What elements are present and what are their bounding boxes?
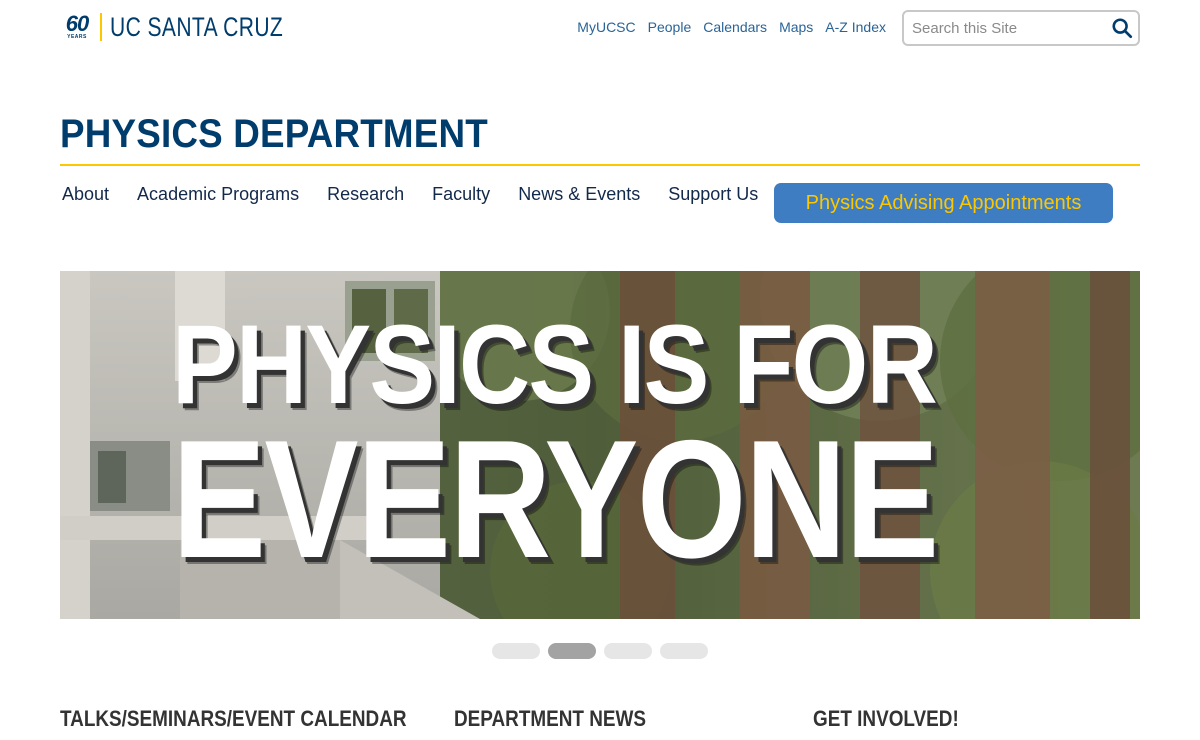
top-bar: 60 YEARS UC SANTA CRUZ MyUCSC People Cal… [60,10,1140,46]
nav-item-news-events[interactable]: News & Events [518,184,640,205]
hero-text: PHYSICS IS FOR EVERYONE [60,271,1140,619]
advising-appointments-button[interactable]: Physics Advising Appointments [774,183,1113,223]
section-heading-news: DEPARTMENT NEWS [454,706,647,731]
main-nav: About Academic Programs Research Faculty… [62,184,758,205]
nav-item-about[interactable]: About [62,184,109,205]
logo-divider [100,13,102,41]
nav-item-academic-programs[interactable]: Academic Programs [137,184,299,205]
carousel-dot-3[interactable] [604,643,652,659]
logo-number: 60 [65,11,90,36]
util-link-calendars[interactable]: Calendars [703,19,767,35]
section-heading-get-involved: GET INVOLVED! [813,706,959,731]
hero-banner[interactable]: PHYSICS IS FOR EVERYONE [60,271,1140,619]
logo-name: UC SANTA CRUZ [110,11,284,42]
search-icon[interactable] [1111,17,1133,39]
60-years-mark: 60 YEARS [60,11,94,41]
nav-item-research[interactable]: Research [327,184,404,205]
util-link-people[interactable]: People [648,19,692,35]
ucsc-logo[interactable]: 60 YEARS UC SANTA CRUZ [60,12,332,42]
carousel-indicators [492,643,708,659]
carousel-dot-1[interactable] [492,643,540,659]
title-divider [60,164,1140,166]
search-input[interactable] [912,19,1111,37]
page-title[interactable]: PHYSICS DEPARTMENT [60,112,488,157]
utility-nav: MyUCSC People Calendars Maps A-Z Index [577,19,886,35]
carousel-dot-2[interactable] [548,643,596,659]
logo-years: YEARS [67,34,87,40]
util-link-myucsc[interactable]: MyUCSC [577,19,635,35]
carousel-dot-4[interactable] [660,643,708,659]
nav-item-faculty[interactable]: Faculty [432,184,490,205]
util-link-az-index[interactable]: A-Z Index [825,19,886,35]
nav-item-support-us[interactable]: Support Us [668,184,758,205]
util-link-maps[interactable]: Maps [779,19,813,35]
section-heading-talks: TALKS/SEMINARS/EVENT CALENDAR [60,706,407,731]
hero-headline-line-2: EVERYONE [172,405,939,593]
site-search [902,10,1140,46]
